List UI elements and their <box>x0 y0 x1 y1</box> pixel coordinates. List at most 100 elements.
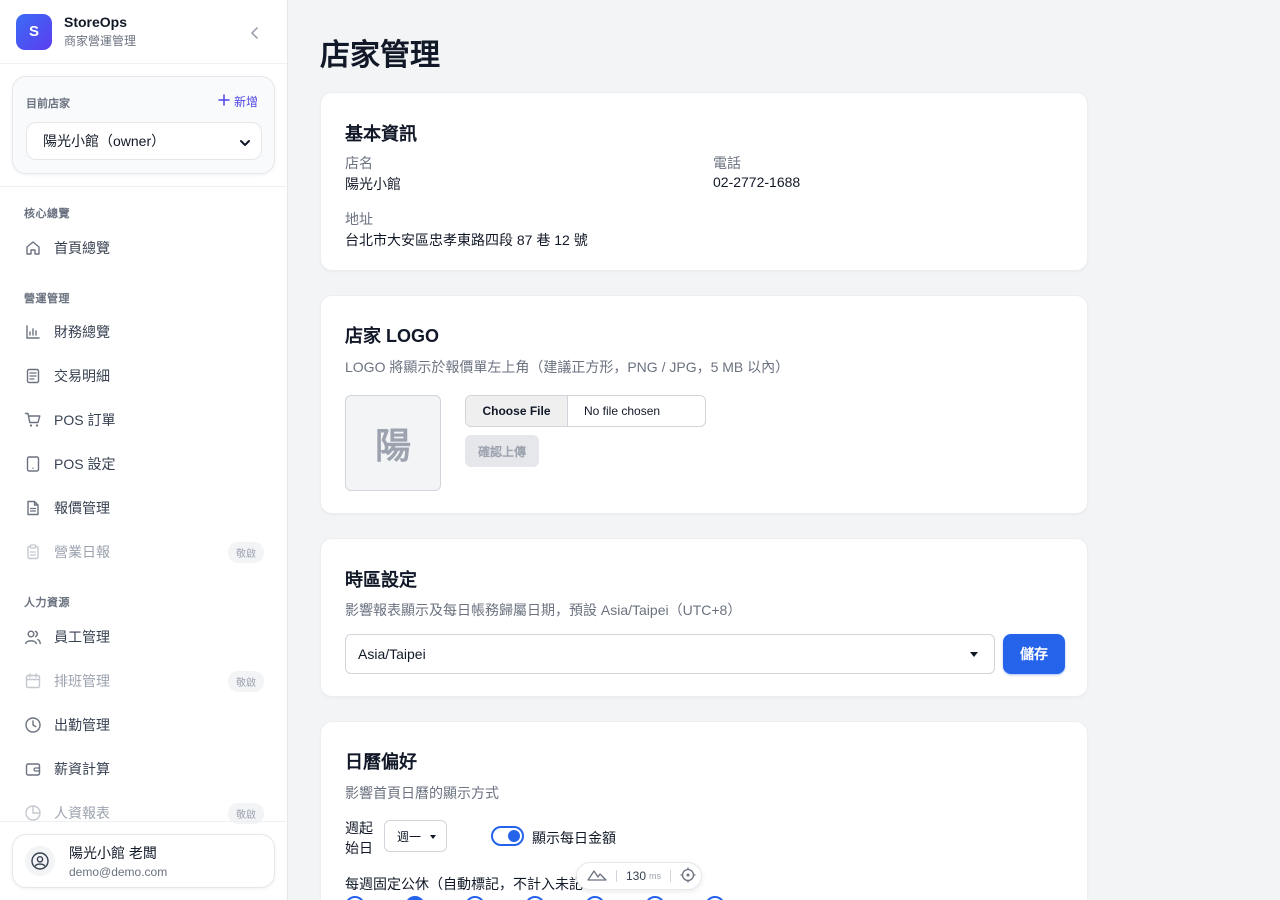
logo-card: 店家 LOGO LOGO 將顯示於報價單左上角（建議正方形，PNG / JPG，… <box>320 295 1088 514</box>
choose-file-button[interactable]: Choose File <box>466 396 568 426</box>
divider <box>0 821 288 822</box>
sidebar-item-quotes[interactable]: 報價管理 <box>12 488 276 528</box>
sidebar-item-label: 財務總覽 <box>54 324 110 340</box>
chevron-left-icon[interactable] <box>246 24 264 42</box>
user-name: 陽光小館 老闆 <box>69 845 157 861</box>
sidebar-item-label: 首頁總覽 <box>54 240 110 256</box>
chevron-down-icon <box>239 136 251 152</box>
card-title: 店家 LOGO <box>345 326 439 346</box>
sidebar-item-label: 交易明細 <box>54 368 110 384</box>
caret-down-icon <box>430 835 436 839</box>
day-checkbox[interactable] <box>345 896 365 900</box>
sidebar-item-attendance[interactable]: 出勤管理 <box>12 705 276 745</box>
save-button[interactable]: 儲存 <box>1003 634 1065 674</box>
timezone-select[interactable]: Asia/Taipei <box>345 634 995 674</box>
timezone-card: 時區設定 影響報表顯示及每日帳務歸屬日期，預設 Asia/Taipei（UTC+… <box>320 538 1088 697</box>
store-switcher-label: 目前店家 <box>26 98 70 110</box>
calendar-icon <box>24 672 42 690</box>
holiday-label: 每週固定公休（自動標記，不計入未記 <box>345 876 583 892</box>
clock-icon <box>24 716 42 734</box>
address-label: 地址 <box>345 211 373 227</box>
card-description: 影響首頁日曆的顯示方式 <box>345 785 499 801</box>
app-subtitle: 商家營運管理 <box>64 34 137 48</box>
file-status: No file chosen <box>584 404 661 418</box>
nav-section-title: 核心總覽 <box>24 208 70 220</box>
day-checkbox[interactable] <box>645 896 665 900</box>
sidebar-item-home[interactable]: 首頁總覽 <box>12 228 276 268</box>
sidebar-item-label: 薪資計算 <box>54 761 110 777</box>
sidebar-item-pos-settings[interactable]: POS 設定 <box>12 444 276 484</box>
sidebar-item-label: 營業日報 <box>54 544 110 560</box>
file-icon <box>24 499 42 517</box>
cart-icon <box>24 411 42 429</box>
day-checkbox[interactable] <box>705 896 725 900</box>
user-circle-icon <box>25 846 55 876</box>
user-profile-card[interactable]: 陽光小館 老闆 demo@demo.com <box>12 834 275 888</box>
page-title: 店家管理 <box>320 39 440 72</box>
upload-button[interactable]: 確認上傳 <box>465 435 539 467</box>
sidebar-item-label: POS 設定 <box>54 456 116 472</box>
sidebar-item-label: 報價管理 <box>54 500 110 516</box>
sidebar-item-label: 出勤管理 <box>54 717 110 733</box>
tablet-icon <box>24 455 42 473</box>
plus-icon <box>218 94 230 109</box>
nav-section-title: 營運管理 <box>24 293 70 305</box>
sidebar-item-scheduling[interactable]: 排班管理 敬啟 <box>12 661 276 701</box>
sidebar-item-hr-reports[interactable]: 人資報表 敬啟 <box>12 793 276 833</box>
day-checkbox[interactable] <box>585 896 605 900</box>
home-icon <box>24 239 42 257</box>
sidebar-item-transactions[interactable]: 交易明細 <box>12 356 276 396</box>
store-switcher: 目前店家 新增 陽光小館（owner） <box>12 76 275 174</box>
show-daily-amount-toggle[interactable] <box>491 826 524 846</box>
week-start-label: 週起始日 <box>345 820 373 856</box>
card-title: 時區設定 <box>345 570 417 590</box>
day-checkbox[interactable] <box>465 896 485 900</box>
timezone-select-value: Asia/Taipei <box>358 646 426 662</box>
basic-info-card: 基本資訊 店名 陽光小館 電話 02-2772-1688 地址 台北市大安區忠孝… <box>320 92 1088 271</box>
store-name-value: 陽光小館 <box>345 176 401 192</box>
sidebar-item-daily-report[interactable]: 營業日報 敬啟 <box>12 532 276 572</box>
card-title: 基本資訊 <box>345 124 417 144</box>
logo-file-input[interactable]: Choose File No file chosen <box>465 395 706 427</box>
day-checkbox[interactable] <box>525 896 545 900</box>
clipboard-icon <box>24 543 42 561</box>
sidebar: S StoreOps 商家營運管理 目前店家 新增 陽光小館（owner） 核心… <box>0 0 288 900</box>
app-logo: S <box>16 13 52 50</box>
sidebar-item-finance[interactable]: 財務總覽 <box>12 312 276 352</box>
crosshair-icon[interactable] <box>680 867 696 886</box>
caret-down-icon <box>970 652 978 657</box>
store-select-value: 陽光小館（owner） <box>43 133 166 149</box>
divider <box>0 186 288 187</box>
address-value: 台北市大安區忠孝東路四段 87 巷 12 號 <box>345 232 588 248</box>
users-icon <box>24 628 42 646</box>
divider <box>616 870 617 882</box>
nav-section-title: 人力資源 <box>24 597 70 609</box>
logo-preview: 陽 <box>345 395 441 491</box>
sidebar-item-employees[interactable]: 員工管理 <box>12 617 276 657</box>
sidebar-item-label: 排班管理 <box>54 673 110 689</box>
performance-widget: 130 ms <box>576 862 702 890</box>
mountain-icon[interactable] <box>587 868 607 885</box>
card-description: 影響報表顯示及每日帳務歸屬日期，預設 Asia/Taipei（UTC+8） <box>345 602 742 618</box>
document-icon <box>24 367 42 385</box>
perf-value: 130 <box>626 869 647 883</box>
day-checkbox[interactable] <box>405 896 425 900</box>
user-email: demo@demo.com <box>69 865 168 879</box>
week-start-select[interactable]: 週一 <box>384 820 447 852</box>
add-store-button[interactable]: 新增 <box>218 93 258 110</box>
status-badge: 敬啟 <box>228 542 264 563</box>
sidebar-item-pos-orders[interactable]: POS 訂單 <box>12 400 276 440</box>
store-select[interactable]: 陽光小館（owner） <box>26 122 262 160</box>
card-title: 日曆偏好 <box>345 752 417 772</box>
phone-value: 02-2772-1688 <box>713 174 801 190</box>
calendar-card: 日曆偏好 影響首頁日曆的顯示方式 週起始日 週一 顯示每日金額 每週固定公休（自… <box>320 721 1088 900</box>
pie-chart-icon <box>24 804 42 822</box>
week-start-value: 週一 <box>397 829 422 844</box>
app-name: StoreOps <box>64 14 128 30</box>
divider <box>670 870 672 882</box>
add-store-label: 新增 <box>233 95 258 109</box>
status-badge: 敬啟 <box>228 671 264 692</box>
sidebar-item-label: 員工管理 <box>54 629 110 645</box>
card-description: LOGO 將顯示於報價單左上角（建議正方形，PNG / JPG，5 MB 以內） <box>345 359 790 375</box>
sidebar-item-payroll[interactable]: 薪資計算 <box>12 749 276 789</box>
